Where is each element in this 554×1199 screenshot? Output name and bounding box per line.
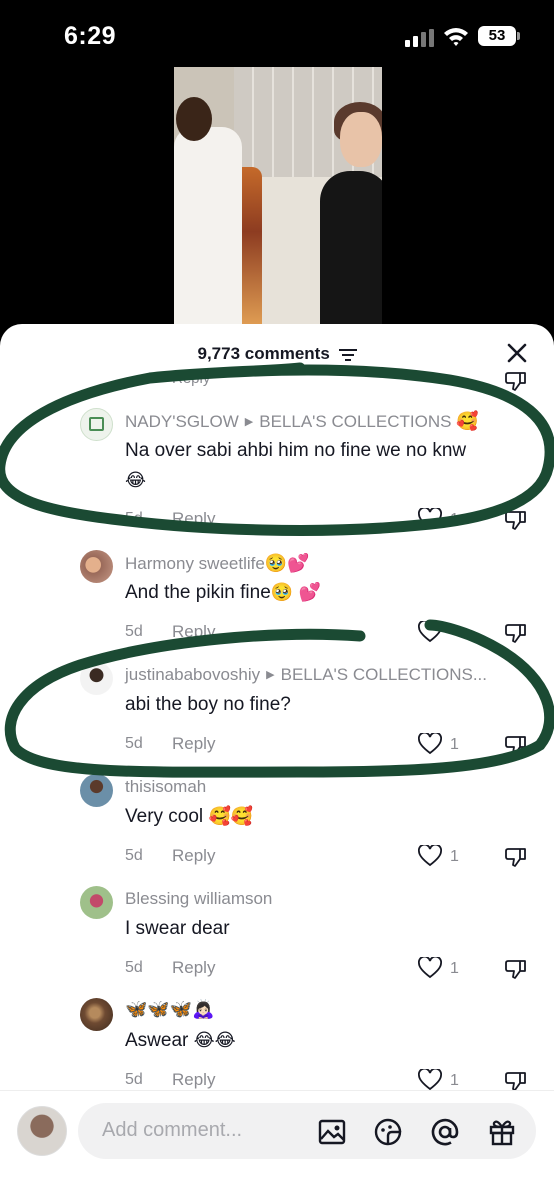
avatar[interactable] <box>80 408 113 441</box>
reply-to-username: BELLA'S COLLECTIONS... <box>280 665 487 684</box>
comment-input-placeholder[interactable]: Add comment... <box>102 1119 242 1142</box>
my-avatar[interactable] <box>17 1106 67 1156</box>
like-count: 1 <box>450 511 459 528</box>
like-count: 1 <box>450 848 459 865</box>
video-person <box>174 127 242 329</box>
dislike-icon[interactable] <box>504 370 528 392</box>
avatar[interactable] <box>80 662 113 695</box>
status-bar: 6:29 53 <box>0 0 554 62</box>
comment-text-block: Na over sabi ahbi him no fine we no knw … <box>125 436 535 496</box>
reply-button[interactable]: Reply <box>172 370 210 387</box>
like-count: 1 <box>450 960 459 977</box>
dislike-icon[interactable] <box>504 846 528 868</box>
comment-username-line[interactable]: NADY'SGLOW ▶ BELLA'S COLLECTIONS 🥰 <box>125 411 479 432</box>
reply-button[interactable]: Reply <box>172 846 215 866</box>
heart-icon[interactable] <box>418 845 442 867</box>
wifi-icon <box>444 28 468 46</box>
comments-title[interactable]: 9,773 comments <box>0 344 554 364</box>
avatar[interactable] <box>80 886 113 919</box>
video-person-head <box>340 112 382 167</box>
close-icon[interactable] <box>505 341 529 365</box>
comment-text-block: Aswear 😂😂 <box>125 1026 535 1056</box>
comment-age: 5d <box>125 623 143 640</box>
reply-to-username: BELLA'S COLLECTIONS <box>259 412 452 431</box>
comment-text: abi the boy no fine? <box>125 694 291 715</box>
comment-username[interactable]: 🦋🦋🦋🙇🏻‍♀️ <box>125 999 215 1020</box>
battery-icon: 53 <box>478 26 516 46</box>
dislike-icon[interactable] <box>504 1070 528 1092</box>
heart-icon[interactable] <box>418 621 442 643</box>
heart-icon[interactable] <box>418 733 442 755</box>
comment-username[interactable]: Blessing williamson <box>125 889 272 909</box>
reply-to-arrow-icon: ▶ <box>266 669 275 681</box>
comment-username-line[interactable]: justinababovoshiy ▶ BELLA'S COLLECTIONS... <box>125 665 487 685</box>
image-icon[interactable] <box>317 1117 347 1147</box>
dislike-icon[interactable] <box>504 622 528 644</box>
comment-text-block: And the pikin fine🥹 💕 <box>125 578 535 608</box>
filter-icon[interactable] <box>338 348 357 362</box>
heart-icon[interactable] <box>418 957 442 979</box>
reply-button[interactable]: Reply <box>172 622 215 642</box>
comment-composer: Add comment... <box>0 1090 554 1199</box>
like-count: 1 <box>450 736 459 753</box>
heart-icon[interactable] <box>418 508 442 530</box>
reply-to-arrow-icon: ▶ <box>244 416 254 428</box>
comment-text: I swear dear <box>125 918 230 939</box>
like-count: 1 <box>450 1072 459 1089</box>
comment-username[interactable]: thisisomah <box>125 777 206 797</box>
comment-emoji: 😂 <box>125 470 147 491</box>
dislike-icon[interactable] <box>504 509 528 531</box>
comment-username: NADY'SGLOW <box>125 412 239 431</box>
comment-emoji: 🥰🥰 <box>208 806 254 827</box>
username-emoji: 🥹💕 <box>264 553 310 574</box>
reply-button[interactable]: Reply <box>172 958 215 978</box>
comment-username: Harmony sweetlife <box>125 554 265 573</box>
battery-nub <box>517 32 520 40</box>
comment-text-block: Very cool 🥰🥰 <box>125 802 535 832</box>
comment-age: 5d <box>125 735 143 752</box>
comment-emoji: 😂😂 <box>193 1030 236 1051</box>
sticker-icon[interactable] <box>373 1117 403 1147</box>
reply-button[interactable]: Reply <box>172 1070 215 1090</box>
heart-icon[interactable] <box>418 1069 442 1091</box>
video-player[interactable] <box>174 67 382 329</box>
comments-count: 9,773 comments <box>197 344 330 363</box>
comment-text: And the pikin fine <box>125 582 271 603</box>
video-person <box>320 171 382 329</box>
avatar[interactable] <box>80 550 113 583</box>
sheet-header: 9,773 comments <box>0 341 554 369</box>
signal-icon <box>405 29 434 47</box>
avatar[interactable] <box>80 774 113 807</box>
dislike-icon[interactable] <box>504 958 528 980</box>
comment-age: 5d <box>125 959 143 976</box>
comment-emoji: 🥹 💕 <box>270 582 322 603</box>
gift-icon[interactable] <box>487 1117 517 1147</box>
username-emoji: 🥰 <box>456 411 479 432</box>
comment-username: justinababovoshiy <box>125 665 261 684</box>
mention-icon[interactable] <box>430 1117 460 1147</box>
video-person-head <box>176 97 212 141</box>
avatar[interactable] <box>80 998 113 1031</box>
comment-age: 5d <box>125 847 143 864</box>
dislike-icon[interactable] <box>504 734 528 756</box>
comment-text: Na over sabi ahbi him no fine we no knw <box>125 440 467 461</box>
comments-sheet: 9,773 comments Reply NADY'SGLOW ▶ BELLA'S … <box>0 324 554 1199</box>
comment-username-line[interactable]: Harmony sweetlife🥹💕 <box>125 553 310 574</box>
avatar-logo <box>89 417 104 431</box>
reply-button[interactable]: Reply <box>172 509 215 529</box>
comment-text: Very cool <box>125 806 204 827</box>
comment-age: 5d <box>125 510 143 527</box>
status-time: 6:29 <box>64 22 117 50</box>
comment-age: 5d <box>125 1071 143 1088</box>
comment-text: Aswear <box>125 1030 189 1051</box>
reply-button[interactable]: Reply <box>172 734 215 754</box>
